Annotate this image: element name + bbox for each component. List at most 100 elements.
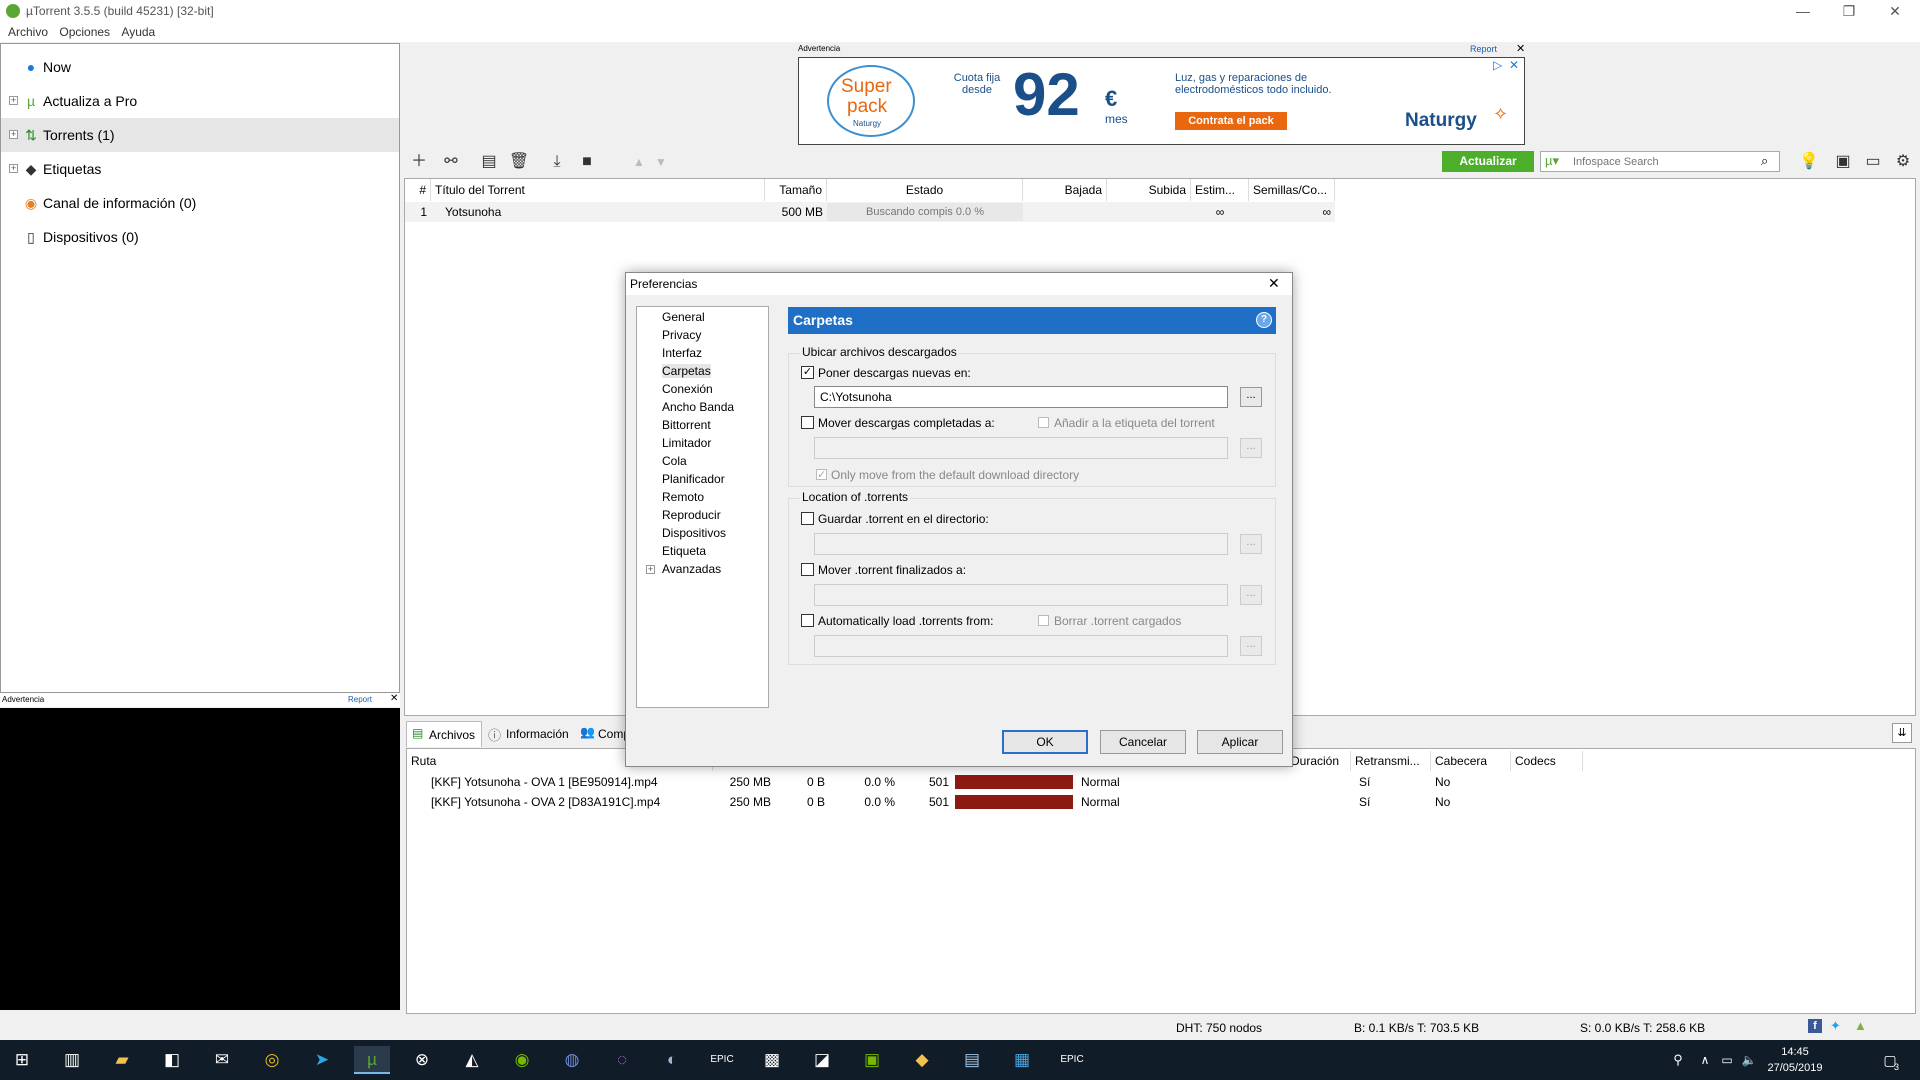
remove-trash-icon[interactable]: 🗑 (508, 152, 530, 172)
tree-item-privacy[interactable]: Privacy (662, 328, 701, 342)
collapse-panel-icon[interactable]: ⇊ (1892, 723, 1912, 743)
settings-gear-icon[interactable]: ⚙ (1892, 152, 1914, 172)
tree-item-bittorrent[interactable]: Bittorrent (662, 418, 711, 432)
tree-item-folders[interactable]: Carpetas (662, 364, 711, 378)
expand-icon[interactable]: + (646, 565, 655, 574)
expand-icon[interactable]: + (9, 164, 18, 173)
sidebar-item-now[interactable]: ● Now (1, 50, 399, 84)
tree-item-limiter[interactable]: Limitador (662, 436, 711, 450)
ad-close-icon[interactable]: ✕ (390, 693, 398, 704)
column-header[interactable]: Estim... (1191, 179, 1249, 201)
maximize-button[interactable]: ❐ (1826, 2, 1872, 20)
android-icon[interactable]: ▲ (1854, 1018, 1867, 1033)
left-ad-area[interactable] (0, 708, 400, 1010)
put-new-path-field[interactable]: C:\Yotsunoha (814, 386, 1228, 408)
move-completed-checkbox[interactable] (801, 416, 814, 429)
chrome-icon[interactable]: ◎ (254, 1046, 290, 1074)
notification-center-icon[interactable]: ▢ (1872, 1046, 1908, 1074)
tab-files[interactable]: ▤ Archivos (406, 721, 482, 747)
help-icon[interactable]: ? (1256, 312, 1272, 328)
browse-button[interactable]: ... (1240, 636, 1262, 656)
menu-opciones[interactable]: Opciones (59, 25, 110, 39)
move-down-icon[interactable]: ▼ (650, 152, 672, 172)
add-label-checkbox[interactable] (1038, 417, 1049, 428)
discord-icon[interactable]: ◍ (554, 1046, 590, 1074)
store-icon[interactable]: ◧ (154, 1046, 190, 1074)
volume-icon[interactable]: 🔈 (1738, 1046, 1760, 1074)
lightbulb-icon[interactable]: 💡 (1798, 152, 1820, 172)
epic-games-icon[interactable]: EPIC (1054, 1046, 1090, 1074)
tree-item-remote[interactable]: Remoto (662, 490, 704, 504)
stop-icon[interactable]: ■ (576, 152, 598, 172)
sidebar-item-pro[interactable]: + µ Actualiza a Pro (1, 84, 399, 118)
column-header[interactable]: Semillas/Co... (1249, 179, 1335, 201)
app-icon[interactable]: ▩ (754, 1046, 790, 1074)
notepad-icon[interactable]: ▤ (954, 1046, 990, 1074)
ad-cta-button[interactable]: Contrata el pack (1175, 112, 1287, 130)
clock[interactable]: 14:45 27/05/2019 (1760, 1044, 1830, 1076)
apply-button[interactable]: Aplicar (1197, 730, 1283, 754)
ok-button[interactable]: OK (1002, 730, 1088, 754)
expand-icon[interactable]: + (9, 96, 18, 105)
browse-button[interactable]: ... (1240, 585, 1262, 605)
search-icon[interactable]: ⌕ (1761, 153, 1768, 169)
move-torrent-checkbox[interactable] (801, 563, 814, 576)
search-engine-icon[interactable]: µ▾ (1545, 153, 1559, 169)
column-header[interactable]: # (405, 179, 431, 201)
menu-archivo[interactable]: Archivo (8, 25, 48, 39)
twitter-icon[interactable]: ✦ (1830, 1018, 1841, 1034)
sidebar-item-labels[interactable]: + ◆ Etiquetas (1, 152, 399, 186)
table-row[interactable]: 1 Yotsunoha 500 MB Buscando compis 0.0 %… (405, 202, 1335, 222)
move-torrent-path-field[interactable] (814, 584, 1228, 606)
tree-item-general[interactable]: General (662, 310, 705, 324)
save-torrent-checkbox[interactable] (801, 512, 814, 525)
app-icon[interactable]: ▦ (1004, 1046, 1040, 1074)
move-up-icon[interactable]: ▲ (628, 152, 650, 172)
column-header[interactable]: Codecs (1511, 751, 1583, 771)
menu-ayuda[interactable]: Ayuda (121, 25, 155, 39)
tree-item-devices[interactable]: Dispositivos (662, 526, 726, 540)
nvidia-icon[interactable]: ◉ (504, 1046, 540, 1074)
tree-item-label[interactable]: Etiqueta (662, 544, 706, 558)
sidebar-item-feeds[interactable]: ◉ Canal de información (0) (1, 186, 399, 220)
top-ad-banner[interactable]: Super pack Naturgy Cuota fija desde 92 €… (798, 57, 1525, 145)
tree-item-playback[interactable]: Reproducir (662, 508, 721, 522)
column-header[interactable]: Estado (827, 179, 1023, 201)
move-completed-path-field[interactable] (814, 437, 1228, 459)
column-header[interactable]: Cabecera (1431, 751, 1511, 771)
tree-item-advanced[interactable]: Avanzadas (662, 562, 721, 576)
expand-icon[interactable]: + (9, 130, 18, 139)
sidebar-item-devices[interactable]: ▯ Dispositivos (0) (1, 220, 399, 254)
only-move-checkbox[interactable]: ✓ (816, 469, 827, 481)
top-ad-report-link[interactable]: Report (1470, 44, 1497, 54)
people-icon[interactable]: ⚲ (1660, 1046, 1696, 1074)
xbox-icon[interactable]: ⊗ (404, 1046, 440, 1074)
cancel-button[interactable]: Cancelar (1100, 730, 1186, 754)
ad-dismiss-icon[interactable]: ✕ (1509, 58, 1519, 72)
app-icon[interactable]: ▣ (854, 1046, 890, 1074)
column-header[interactable]: Subida (1107, 179, 1191, 201)
add-url-link-icon[interactable]: ⚯ (440, 152, 462, 172)
ad-report-link[interactable]: Report (348, 695, 372, 704)
tree-item-queue[interactable]: Cola (662, 454, 687, 468)
browse-button[interactable]: ... (1240, 387, 1262, 407)
update-button[interactable]: Actualizar (1442, 151, 1534, 172)
mail-icon[interactable]: ✉ (204, 1046, 240, 1074)
files-list[interactable]: Ruta Duración Retransmi... Cabecera Code… (406, 748, 1916, 1014)
auto-load-checkbox[interactable] (801, 614, 814, 627)
epic-games-icon[interactable]: EPIC (704, 1046, 740, 1074)
facebook-icon[interactable]: f (1808, 1019, 1822, 1033)
telegram-icon[interactable]: ➤ (304, 1046, 340, 1074)
table-row[interactable]: [KKF] Yotsunoha - OVA 2 [D83A191C].mp4 2… (407, 793, 1607, 811)
sidebar-item-torrents[interactable]: + ⇅ Torrents (1) (1, 118, 399, 152)
search-input[interactable] (1573, 153, 1753, 170)
tree-item-bandwidth[interactable]: Ancho Banda (662, 400, 734, 414)
table-row[interactable]: [KKF] Yotsunoha - OVA 1 [BE950914].mp4 2… (407, 773, 1607, 791)
close-button[interactable]: ✕ (1872, 2, 1918, 20)
adchoices-icon[interactable]: ▷ (1493, 58, 1502, 72)
controller-icon[interactable]: ◪ (804, 1046, 840, 1074)
tab-info[interactable]: ⓘ Información (484, 721, 576, 747)
minimize-button[interactable]: — (1780, 2, 1826, 20)
search-box[interactable]: µ▾ ⌕ (1540, 151, 1780, 172)
delete-loaded-checkbox[interactable] (1038, 615, 1049, 626)
